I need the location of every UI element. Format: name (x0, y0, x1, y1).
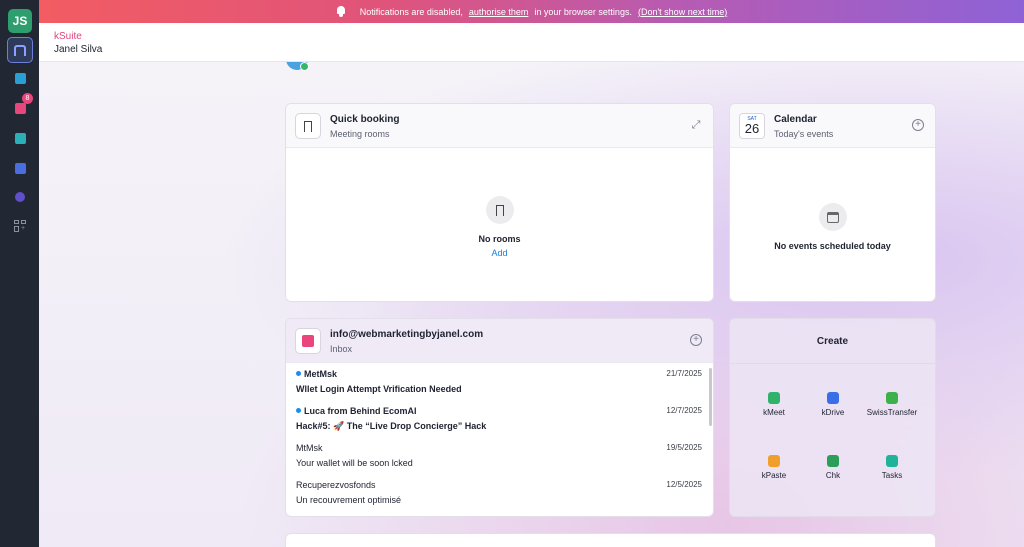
no-rooms-text: No rooms (478, 234, 521, 244)
door-empty-icon (486, 196, 514, 224)
user-avatar[interactable]: JS (8, 9, 32, 33)
mail-date: 12/5/2025 (666, 480, 702, 489)
kdrive-label: kDrive (821, 408, 845, 417)
tasks-icon (886, 455, 898, 467)
mail-item[interactable]: MtMsk 19/5/2025 Your wallet will be soon… (296, 438, 708, 474)
mail-app-tile (295, 328, 321, 354)
mail-account-title: info@webmarketingbyjanel.com (330, 329, 484, 340)
mail-sender: Recuperezvosfonds (296, 480, 376, 490)
status-check-icon (300, 62, 309, 71)
mail-date: 12/7/2025 (666, 406, 702, 415)
unread-dot-icon (296, 371, 301, 376)
quick-booking-title: Quick booking (330, 114, 400, 125)
mail-sender: Luca from Behind EcomAI (304, 406, 417, 416)
mail-scrollbar[interactable] (709, 368, 712, 426)
sidebar-euria-button[interactable] (7, 184, 33, 210)
euria-app-icon (15, 192, 25, 202)
mail-unread-badge: 8 (22, 93, 33, 104)
mail-list: MetMsk 21/7/2025 Wllet Login Attempt Vri… (286, 364, 708, 516)
compose-icon[interactable]: + (690, 334, 702, 346)
notification-text: Notifications are disabled, (359, 6, 463, 17)
mail-item[interactable]: Luca from Behind EcomAI 12/7/2025 Hack#5… (296, 401, 708, 437)
mail-sender: MetMsk (304, 369, 338, 379)
add-room-link[interactable]: Add (286, 248, 713, 258)
mail-app-icon (14, 102, 26, 114)
sidebar-kdrive-button[interactable] (7, 155, 33, 181)
brand-label-top[interactable]: kSuite (54, 31, 82, 42)
calendar-title: Calendar (774, 114, 817, 125)
kmeet-icon (768, 392, 780, 404)
sidebar-calendar-button[interactable] (7, 125, 33, 151)
drive-app-icon (14, 72, 26, 84)
mail-subject: Un recouvrement optimisé (296, 495, 402, 505)
kdrive-app-icon (14, 162, 26, 174)
tasks-label: Tasks (881, 471, 903, 480)
mail-date: 19/5/2025 (666, 443, 702, 452)
authorise-link[interactable]: authorise them (469, 7, 529, 17)
calendar-app-icon (14, 132, 26, 144)
no-events-text: No events scheduled today (774, 241, 891, 251)
swisstransfer-icon (886, 392, 898, 404)
user-name-top: Janel Silva (54, 44, 103, 55)
create-kdrive-button[interactable]: kDrive (803, 392, 863, 417)
header-overlay: kSuite Janel Silva (39, 23, 1024, 62)
home-icon (14, 44, 26, 56)
mail-item[interactable]: Recuperezvosfonds 12/5/2025 Un recouvrem… (296, 475, 708, 511)
expand-icon[interactable]: ⤢ (690, 119, 702, 131)
calendar-date: 26 (744, 121, 760, 136)
quick-booking-subtitle: Meeting rooms (330, 129, 390, 139)
mail-subject: Wllet Login Attempt Vrification Needed (296, 384, 462, 394)
apps-grid-icon: + (14, 220, 26, 232)
chk-icon (827, 455, 839, 467)
calendar-empty-icon (819, 203, 847, 231)
notification-banner: Notifications are disabled, authorise th… (39, 0, 1024, 23)
mail-header: info@webmarketingbyjanel.com Inbox + (286, 319, 713, 363)
app-sidebar: JS 8 + (0, 0, 39, 547)
bell-icon (336, 6, 346, 17)
sidebar-mail-button[interactable]: 8 (7, 93, 33, 121)
quick-booking-header: Quick booking Meeting rooms ⤢ (286, 104, 713, 148)
create-title: Create (816, 336, 849, 347)
calendar-date-tile: SAT 26 (739, 113, 765, 139)
unread-dot-icon (296, 408, 301, 413)
calendar-header: SAT 26 Calendar Today's events + (730, 104, 935, 148)
create-divider (730, 363, 935, 364)
calendar-card: SAT 26 Calendar Today's events + No even… (729, 103, 936, 302)
mail-folder: Inbox (330, 344, 353, 354)
create-kpaste-button[interactable]: kPaste (744, 455, 804, 480)
chk-label: Chk (825, 471, 841, 480)
dont-show-link[interactable]: (Don't show next time) (638, 7, 727, 17)
mail-date: 21/7/2025 (666, 369, 702, 378)
calendar-subtitle: Today's events (774, 129, 834, 139)
create-tasks-button[interactable]: Tasks (862, 455, 922, 480)
kpaste-icon (768, 455, 780, 467)
mail-sender: MtMsk (296, 443, 323, 453)
create-card: Create kMeet kDrive SwissTransfer kPaste… (729, 318, 936, 517)
kpaste-label: kPaste (761, 471, 787, 480)
mail-subject: Hack#5: 🚀 The “Live Drop Concierge” Hack (296, 421, 487, 431)
kdrive-icon (827, 392, 839, 404)
sidebar-home-button[interactable] (7, 37, 33, 63)
swisstransfer-label: SwissTransfer (866, 408, 918, 417)
mail-card: info@webmarketingbyjanel.com Inbox + Met… (285, 318, 714, 517)
create-swisstransfer-button[interactable]: SwissTransfer (862, 392, 922, 417)
next-card-partial (285, 533, 936, 547)
mail-item[interactable]: MetMsk 21/7/2025 Wllet Login Attempt Vri… (296, 364, 708, 400)
mail-subject: Your wallet will be soon lcked (296, 458, 413, 468)
door-icon (295, 113, 321, 139)
sidebar-drive-button[interactable] (7, 65, 33, 91)
notification-text-2: in your browser settings. (534, 6, 632, 17)
create-chk-button[interactable]: Chk (803, 455, 863, 480)
quick-booking-card: Quick booking Meeting rooms ⤢ No rooms A… (285, 103, 714, 302)
kmeet-label: kMeet (763, 408, 785, 417)
add-event-icon[interactable]: + (912, 119, 924, 131)
create-kmeet-button[interactable]: kMeet (744, 392, 804, 417)
sidebar-apps-button[interactable]: + (7, 213, 33, 239)
